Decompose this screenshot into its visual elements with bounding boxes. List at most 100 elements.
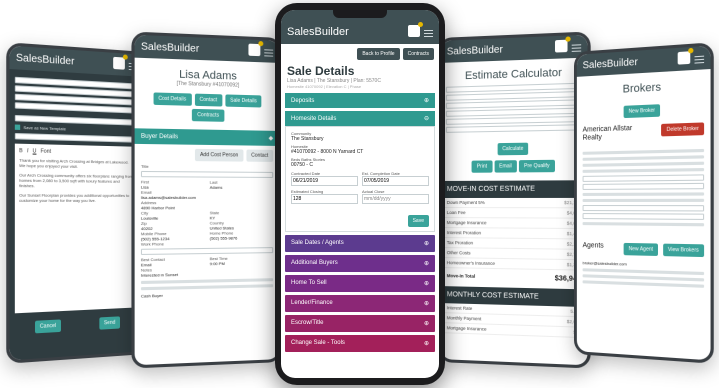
chevron-icon: ◆ bbox=[268, 135, 274, 142]
work-phone-input[interactable] bbox=[140, 247, 274, 255]
section-change-sale-tools[interactable]: Change Sale - Tools ⊕ bbox=[285, 335, 435, 352]
template-select[interactable] bbox=[14, 114, 139, 126]
toggle-icon: ⊕ bbox=[423, 321, 429, 327]
move-in-total-label: Move-In Total bbox=[446, 273, 476, 279]
add-person-button[interactable]: Add Cost Person bbox=[194, 148, 244, 162]
broker-company-name: American Allstar Realty bbox=[582, 124, 633, 142]
toggle-icon: ⊕ bbox=[423, 301, 429, 307]
contracted-date-input[interactable]: 06/21/2019 bbox=[291, 176, 358, 186]
broker-field[interactable] bbox=[582, 182, 705, 190]
sale-details-button[interactable]: Sale Details bbox=[225, 94, 262, 108]
save-template-label: Save as New Template bbox=[23, 124, 66, 132]
toggle-icon: ⊕ bbox=[423, 281, 429, 287]
field-label-work-phone: Work Phone bbox=[140, 241, 164, 247]
template-name-input[interactable] bbox=[14, 132, 139, 143]
email-body-editor[interactable]: B I U Font Thank you for visiting Arch C… bbox=[14, 143, 139, 314]
notification-bell-icon[interactable] bbox=[408, 21, 423, 37]
est-closing-input[interactable]: 128 bbox=[291, 194, 358, 204]
contracts-button[interactable]: Contracts bbox=[402, 48, 434, 60]
section-sale-dates-agents[interactable]: Sale Dates / Agents ⊕ bbox=[285, 235, 435, 252]
contracts-button[interactable]: Contracts bbox=[192, 108, 225, 122]
device-email-composer: SalesBuilder Save as New Template B I U … bbox=[6, 42, 147, 364]
pre-qualify-tab[interactable]: Pre Qualify bbox=[518, 159, 555, 173]
cost-details-button[interactable]: Cost Details bbox=[153, 92, 192, 106]
new-agent-button[interactable]: New Agent bbox=[623, 242, 659, 256]
notification-bell-icon[interactable] bbox=[113, 56, 125, 70]
broker-field[interactable] bbox=[582, 213, 705, 220]
menu-icon[interactable] bbox=[264, 48, 274, 57]
phone-screen: SalesBuilder Back to Profile Contracts S… bbox=[281, 10, 439, 378]
toggle-icon: ⊖ bbox=[423, 116, 429, 122]
last-name-value[interactable]: Adams bbox=[210, 185, 273, 190]
notes-value[interactable]: Interested in Sunset bbox=[141, 270, 273, 278]
section-homesite-details[interactable]: Homesite Details ⊖ bbox=[285, 111, 435, 126]
section-additional-buyers[interactable]: Additional Buyers ⊕ bbox=[285, 255, 435, 272]
menu-icon[interactable] bbox=[424, 29, 433, 37]
app-title: SalesBuilder bbox=[582, 56, 638, 71]
broker-field[interactable] bbox=[582, 174, 705, 182]
cancel-button[interactable]: Cancel bbox=[34, 319, 62, 334]
app-title: SalesBuilder bbox=[15, 51, 75, 68]
homesite-panel: Community The Stansbury Homesite #410700… bbox=[285, 126, 435, 232]
move-in-cost-list: Down Payment 5%$21,136 Loan Fee$4,044 Mo… bbox=[440, 197, 588, 285]
notification-bell-icon[interactable] bbox=[554, 39, 568, 53]
toggle-icon: ⊕ bbox=[423, 241, 429, 247]
page-title: Estimate Calculator bbox=[464, 66, 562, 83]
app-title: SalesBuilder bbox=[287, 26, 349, 38]
email-paragraph-3: Our Sunset Floorplan provides you additi… bbox=[19, 192, 130, 203]
section-deposits[interactable]: Deposits ⊕ bbox=[285, 93, 435, 108]
phone-notch bbox=[333, 10, 387, 18]
page-title: Brokers bbox=[622, 81, 662, 96]
email-tab[interactable]: Email bbox=[494, 160, 517, 173]
section-escrow-title[interactable]: Escrow/Title ⊕ bbox=[285, 315, 435, 332]
section-title: Buyer Details bbox=[140, 133, 179, 140]
completion-date-input[interactable]: 07/05/2019 bbox=[362, 176, 429, 186]
bold-icon[interactable]: B bbox=[19, 148, 23, 154]
save-template-checkbox[interactable] bbox=[14, 124, 21, 130]
actual-close-input[interactable]: mm/dd/yyyy bbox=[362, 194, 429, 204]
device-estimate-calculator: SalesBuilder Estimate Calculator Calcula… bbox=[438, 31, 591, 369]
page-title: Sale Details bbox=[287, 64, 355, 78]
new-broker-button[interactable]: New Broker bbox=[623, 104, 661, 119]
email-paragraph-1: Thank you for visiting Arch Crossing at … bbox=[19, 157, 129, 169]
notification-bell-icon[interactable] bbox=[248, 43, 261, 56]
homesite-value: #41070092 - 8000 N Yarnard CT bbox=[291, 149, 364, 155]
section-home-to-sell[interactable]: Home To Sell ⊕ bbox=[285, 275, 435, 292]
menu-icon[interactable] bbox=[694, 55, 705, 64]
community-value: The Stansbury bbox=[291, 136, 324, 142]
term-select[interactable] bbox=[445, 124, 583, 133]
print-tab[interactable]: Print bbox=[471, 160, 493, 173]
contact-tab[interactable]: Contact bbox=[246, 149, 274, 162]
toggle-icon: ⊕ bbox=[423, 341, 429, 347]
toggle-icon: ⊕ bbox=[423, 98, 429, 104]
delete-broker-button[interactable]: Delete Broker bbox=[661, 122, 705, 137]
loan-type-select[interactable] bbox=[445, 115, 583, 125]
save-button[interactable]: Save bbox=[407, 215, 429, 227]
device-brokers: SalesBuilder Brokers New Broker American… bbox=[574, 42, 714, 364]
broker-field[interactable] bbox=[582, 205, 705, 212]
back-to-profile-button[interactable]: Back to Profile bbox=[357, 48, 400, 60]
move-in-cost-header: MOVE-IN COST ESTIMATE bbox=[440, 180, 588, 198]
cost-row: Down Payment 5% $21,136 bbox=[440, 197, 588, 209]
bbs-value: 00750 - C bbox=[291, 162, 313, 168]
toggle-icon: ⊕ bbox=[423, 261, 429, 267]
contact-button[interactable]: Contact bbox=[194, 93, 223, 107]
field-label-title: Title bbox=[140, 163, 149, 169]
agent-email[interactable]: broker@salesbuilder.com bbox=[583, 260, 705, 269]
send-button[interactable]: Send bbox=[98, 316, 121, 330]
calculate-button[interactable]: Calculate bbox=[497, 142, 529, 156]
cost-row: Loan Fee$4,044 bbox=[440, 208, 588, 219]
app-title: SalesBuilder bbox=[140, 40, 200, 55]
italic-icon[interactable]: I bbox=[27, 148, 28, 154]
section-lender-finance[interactable]: Lender/Finance ⊕ bbox=[285, 295, 435, 312]
view-brokers-button[interactable]: View Brokers bbox=[662, 243, 705, 258]
font-select[interactable]: Font bbox=[41, 148, 51, 155]
notification-bell-icon[interactable] bbox=[677, 50, 691, 65]
underline-icon[interactable]: U bbox=[33, 148, 37, 154]
title-input[interactable] bbox=[140, 170, 274, 178]
marketing-stage: SalesBuilder Save as New Template B I U … bbox=[0, 0, 719, 388]
menu-icon[interactable] bbox=[571, 43, 582, 52]
device-phone-sale-details: SalesBuilder Back to Profile Contracts S… bbox=[275, 3, 445, 385]
move-in-total-row: Move-In Total $36,941 bbox=[441, 268, 588, 285]
home-phone-value[interactable]: (502) 555-9876 bbox=[210, 235, 273, 240]
